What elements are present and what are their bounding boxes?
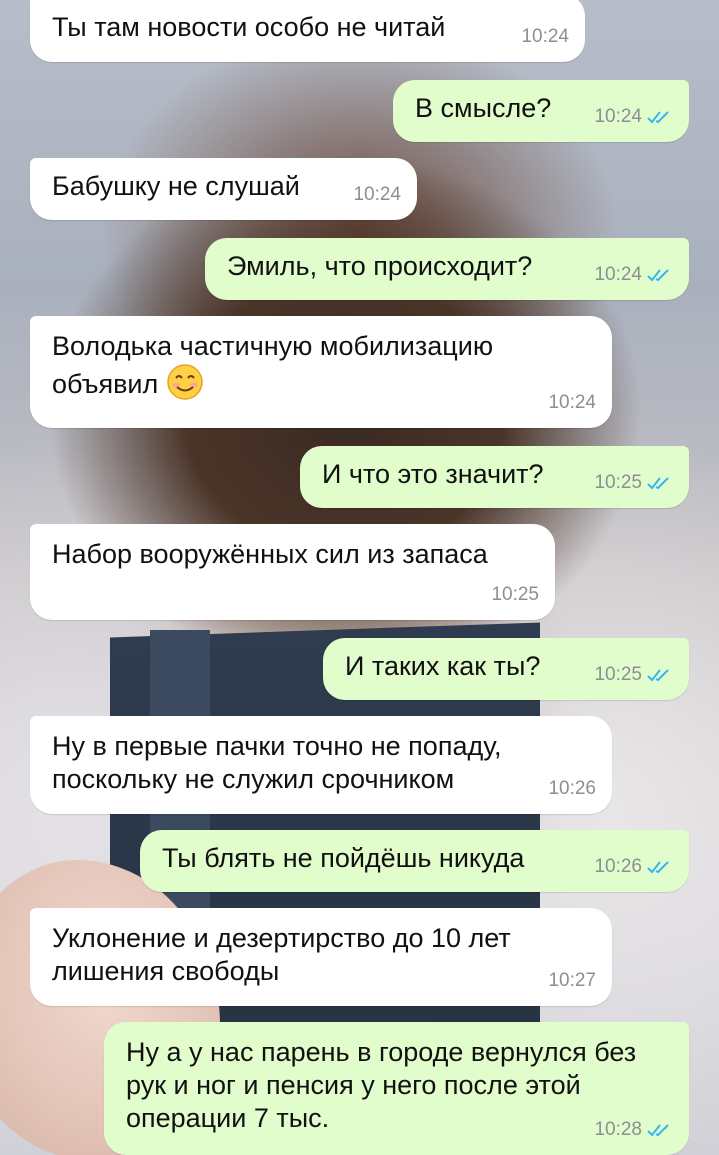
message-meta: 10:24	[548, 386, 596, 419]
message-time: 10:27	[548, 970, 596, 991]
message-meta: 10:27	[548, 964, 596, 997]
message-time: 10:24	[353, 184, 401, 205]
message-time: 10:26	[594, 856, 642, 877]
message-time: 10:24	[521, 26, 569, 47]
read-ticks-icon	[647, 668, 669, 681]
message-meta: 10:28	[594, 1113, 673, 1146]
message-text: Ну а у нас парень в городе вернулся без …	[126, 1037, 644, 1133]
message-time: 10:24	[594, 264, 642, 285]
message-time: 10:26	[548, 778, 596, 799]
message-meta: 10:24	[353, 178, 401, 211]
message-text: Уклонение и дезертирство до 10 лет лишен…	[52, 923, 519, 986]
message-meta: 10:24	[594, 100, 673, 133]
message-bubble-incoming[interactable]: Набор вооружённых сил из запаса 10:25	[30, 524, 555, 620]
message-meta: 10:26	[594, 850, 673, 883]
read-ticks-icon	[647, 110, 669, 123]
message-meta: 10:25	[594, 658, 673, 691]
message-bubble-outgoing[interactable]: Ну а у нас парень в городе вернулся без …	[104, 1022, 689, 1155]
message-text: Бабушку не слушай	[52, 171, 300, 201]
message-text: Набор вооружённых сил из запаса	[52, 539, 488, 569]
message-bubble-incoming[interactable]: Бабушку не слушай 10:24	[30, 158, 417, 220]
read-ticks-icon	[647, 476, 669, 489]
message-time: 10:24	[594, 106, 642, 127]
message-bubble-outgoing[interactable]: Эмиль, что происходит? 10:24	[205, 238, 689, 300]
message-bubble-incoming[interactable]: Ты там новости особо не читай 10:24	[30, 0, 585, 62]
message-time: 10:24	[548, 392, 596, 413]
message-text: Ты блять не пойдёшь никуда	[162, 843, 525, 873]
message-bubble-incoming[interactable]: Володька частичную мобилизацию объявил 1…	[30, 316, 612, 428]
message-meta: 10:26	[548, 772, 596, 805]
message-time: 10:25	[491, 584, 539, 605]
message-meta: 10:25	[491, 578, 539, 611]
message-text: И что это значит?	[322, 459, 544, 489]
message-bubble-outgoing[interactable]: И что это значит? 10:25	[300, 446, 689, 508]
message-time: 10:25	[594, 664, 642, 685]
message-text: Володька частичную мобилизацию объявил	[52, 331, 501, 399]
message-text: Ты там новости особо не читай	[52, 12, 446, 42]
message-time: 10:28	[594, 1119, 642, 1140]
read-ticks-icon	[647, 1123, 669, 1136]
message-bubble-incoming[interactable]: Ну в первые пачки точно не попаду, поско…	[30, 716, 612, 814]
message-text: Ну в первые пачки точно не попаду, поско…	[52, 731, 510, 794]
message-bubble-incoming[interactable]: Уклонение и дезертирство до 10 лет лишен…	[30, 908, 612, 1006]
message-bubble-outgoing[interactable]: Ты блять не пойдёшь никуда 10:26	[140, 830, 689, 892]
message-text: Эмиль, что происходит?	[227, 251, 533, 281]
message-text: И таких как ты?	[345, 651, 541, 681]
message-time: 10:25	[594, 472, 642, 493]
smiling-face-emoji-icon	[167, 364, 203, 400]
message-bubble-outgoing[interactable]: И таких как ты? 10:25	[323, 638, 689, 700]
message-list[interactable]: Ты там новости особо не читай 10:24 В см…	[0, 0, 719, 1155]
message-meta: 10:25	[594, 466, 673, 499]
message-meta: 10:24	[521, 20, 569, 53]
read-ticks-icon	[647, 268, 669, 281]
message-bubble-outgoing[interactable]: В смысле? 10:24	[393, 80, 689, 142]
message-text: В смысле?	[415, 93, 552, 123]
message-meta: 10:24	[594, 258, 673, 291]
read-ticks-icon	[647, 860, 669, 873]
